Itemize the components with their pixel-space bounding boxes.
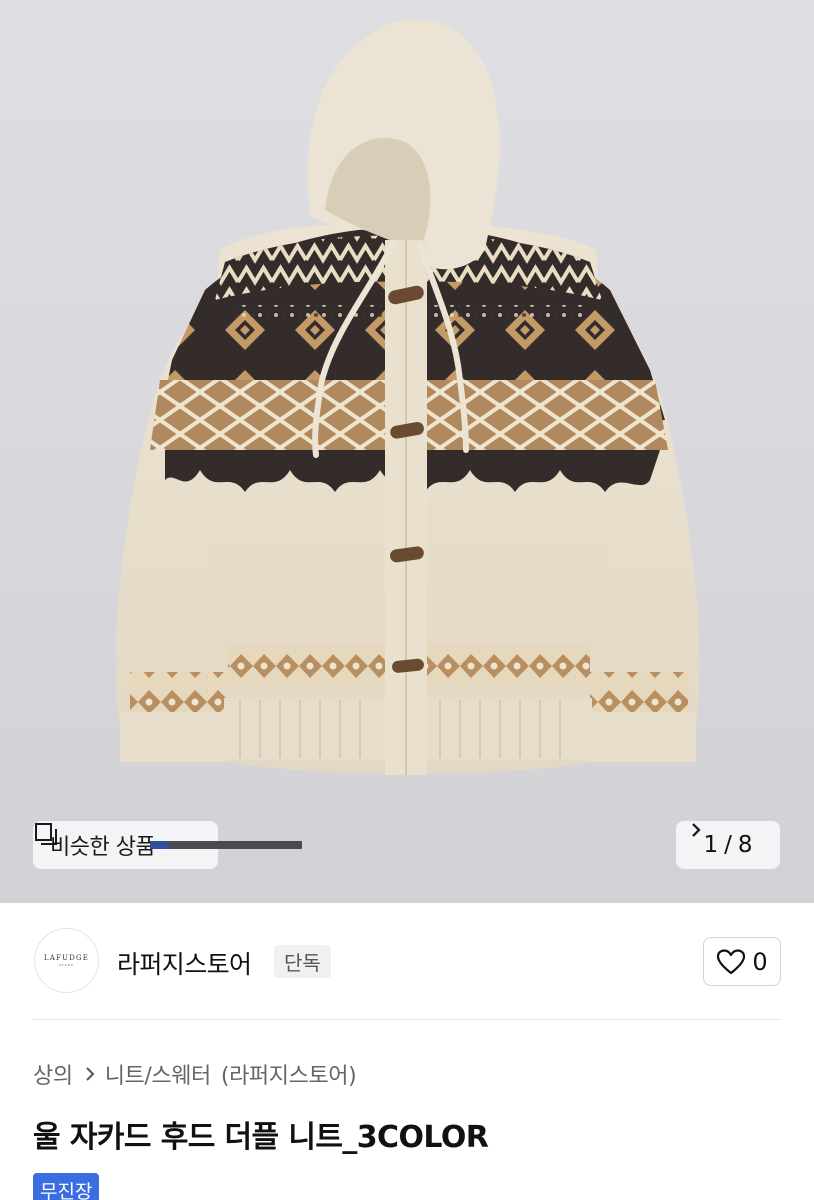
section-divider [33, 1019, 781, 1020]
seller-info: LAFUDGE STORE 라퍼지스토어 단독 0 [0, 903, 814, 1020]
image-counter-button[interactable]: 1 / 8 [676, 821, 780, 869]
product-title: 울 자카드 후드 더플 니트_3COLOR [33, 1120, 489, 1155]
chevron-right-icon [85, 1067, 95, 1081]
exclusive-badge: 단독 [274, 945, 331, 978]
seller-logo-text: LAFUDGE [43, 954, 90, 962]
current-image-index: 1 [703, 832, 719, 858]
product-photo-hooded-cardigan [115, 19, 700, 775]
chevron-right-icon [692, 823, 701, 837]
seller-logo[interactable]: LAFUDGE STORE [34, 928, 99, 993]
seller-logo-subtext: STORE [58, 963, 75, 967]
breadcrumb-category[interactable]: 상의 [33, 1058, 73, 1090]
breadcrumb-store[interactable]: (라퍼지스토어) [221, 1058, 357, 1090]
total-image-count: 8 [737, 832, 753, 858]
breadcrumb-subcategory[interactable]: 니트/스웨터 [105, 1058, 212, 1090]
breadcrumb: 상의 니트/스웨터 (라퍼지스토어) [33, 1058, 357, 1090]
image-counter-separator: / [724, 832, 732, 858]
similar-products-icon [35, 823, 57, 845]
like-count: 0 [752, 947, 768, 976]
product-image-carousel[interactable]: 비슷한 상품 1 / 8 [0, 0, 814, 903]
seller-name-link[interactable]: 라퍼지스토어 [117, 945, 252, 981]
product-page: 비슷한 상품 1 / 8 LAFUDGE STORE 라퍼지스토어 단독 0 상… [0, 0, 814, 1200]
like-button[interactable]: 0 [703, 937, 781, 986]
image-progress-bar [150, 841, 302, 849]
shipping-badge: 무진장 [33, 1173, 100, 1200]
image-progress-fill [150, 841, 169, 849]
heart-icon [717, 948, 746, 974]
similar-products-label: 비슷한 상품 [50, 835, 156, 860]
